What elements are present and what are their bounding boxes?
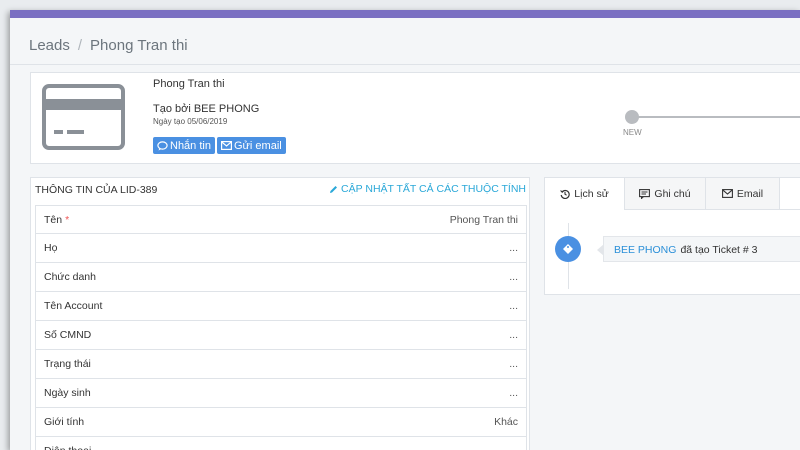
credit-card-icon bbox=[42, 84, 125, 150]
app-root: Leads / Phong Tran thi Phong Tran thi Tạo … bbox=[0, 0, 800, 450]
update-all-attributes-label: CẬP NHẬT TẤT CẢ CÁC THUỘC TÍNH bbox=[341, 183, 526, 195]
breadcrumb-leads-link[interactable]: Leads bbox=[29, 37, 70, 54]
activity-panel: Lịch sử Ghi chú Email BEE PHONG đã tạo Ti… bbox=[544, 177, 800, 295]
attribute-list: Tên * Phong Tran thi Họ... Chức danh... Tên A… bbox=[35, 205, 527, 450]
attribute-label: Số CMND bbox=[44, 329, 91, 341]
message-button[interactable]: Nhắn tin bbox=[153, 137, 215, 154]
lead-profile-card: Phong Tran thi Tạo bởi BEE PHONG Ngày tạ… bbox=[30, 72, 800, 164]
message-button-label: Nhắn tin bbox=[170, 139, 211, 152]
attribute-label-text: Tên bbox=[44, 214, 63, 226]
activity-tabs: Lịch sử Ghi chú Email bbox=[545, 178, 800, 210]
attribute-value[interactable]: ... bbox=[509, 271, 518, 283]
timeline-entry-badge bbox=[555, 236, 581, 262]
breadcrumb-separator: / bbox=[77, 37, 83, 54]
attribute-label-text: Tên Account bbox=[44, 300, 103, 312]
ticket-icon bbox=[563, 244, 573, 254]
attribute-label: Chức danh bbox=[44, 271, 96, 283]
breadcrumb: Leads / Phong Tran thi bbox=[29, 37, 188, 54]
history-icon bbox=[560, 189, 570, 199]
breadcrumb-current: Phong Tran thi bbox=[90, 37, 188, 54]
tab-history[interactable]: Lịch sử bbox=[545, 178, 625, 210]
attribute-label-text: Giới tính bbox=[44, 416, 85, 428]
attribute-label-text: Điện thoại bbox=[44, 445, 91, 450]
timeline-entry-action: đã tạo Ticket # 3 bbox=[680, 244, 758, 256]
envelope-icon bbox=[721, 189, 733, 198]
attribute-value[interactable]: Khác bbox=[494, 416, 518, 428]
attribute-row[interactable]: Số CMND... bbox=[35, 321, 527, 350]
attribute-row[interactable]: Họ... bbox=[35, 234, 527, 263]
chat-icon bbox=[157, 140, 168, 150]
attribute-label: Trạng thái bbox=[44, 358, 91, 370]
attribute-value[interactable]: ... bbox=[509, 242, 518, 254]
attribute-label: Họ bbox=[44, 242, 57, 254]
pipeline-track bbox=[637, 116, 800, 118]
envelope-icon bbox=[221, 141, 232, 150]
update-all-attributes-link[interactable]: CẬP NHẬT TẤT CẢ CÁC THUỘC TÍNH bbox=[329, 183, 526, 195]
top-accent-bar bbox=[10, 10, 800, 18]
attribute-row[interactable]: Trạng thái... bbox=[35, 350, 527, 379]
stage-new-label: NEW bbox=[623, 128, 642, 137]
attribute-row[interactable]: Ngày sinh... bbox=[35, 379, 527, 408]
attribute-value[interactable]: ... bbox=[509, 358, 518, 370]
attribute-label: Ngày sinh bbox=[44, 387, 91, 399]
stage-new-marker[interactable] bbox=[625, 110, 639, 124]
note-icon bbox=[639, 188, 651, 199]
info-panel-title: THÔNG TIN CỦA LID-389 bbox=[35, 184, 158, 196]
attribute-label-text: Số CMND bbox=[44, 329, 92, 341]
attribute-row[interactable]: Tên * Phong Tran thi bbox=[35, 205, 527, 234]
attribute-row[interactable]: Điện thoại bbox=[35, 437, 527, 450]
created-by: Tạo bởi BEE PHONG bbox=[153, 103, 260, 115]
timeline-entry: BEE PHONG đã tạo Ticket # 3 bbox=[597, 236, 800, 262]
attribute-label-text: Chức danh bbox=[44, 271, 96, 283]
attribute-row[interactable]: Giới tính Khác bbox=[35, 408, 527, 437]
pencil-icon bbox=[330, 185, 338, 193]
attribute-label: Giới tính bbox=[44, 416, 84, 428]
lead-name: Phong Tran thi bbox=[153, 78, 225, 90]
tab-email[interactable]: Email bbox=[706, 178, 780, 209]
lead-info-panel: THÔNG TIN CỦA LID-389 CẬP NHẬT TẤT CẢ CÁ… bbox=[30, 177, 530, 450]
timeline-entry-text: BEE PHONG đã tạo Ticket # 3 bbox=[614, 244, 758, 256]
created-date: Ngày tạo 05/06/2019 bbox=[153, 117, 228, 126]
attribute-value[interactable]: ... bbox=[509, 387, 518, 399]
attribute-label-text: Trạng thái bbox=[44, 358, 91, 370]
attribute-label: Điện thoại bbox=[44, 445, 91, 450]
tab-notes-label: Ghi chú bbox=[654, 187, 691, 200]
tab-history-label: Lịch sử bbox=[574, 188, 609, 200]
attribute-value[interactable]: ... bbox=[509, 329, 518, 341]
attribute-label: Tên Account bbox=[44, 300, 102, 312]
attribute-label-text: Ngày sinh bbox=[44, 387, 91, 399]
attribute-label-text: Họ bbox=[44, 242, 58, 254]
attribute-row[interactable]: Tên Account... bbox=[35, 292, 527, 321]
attribute-value[interactable]: ... bbox=[509, 300, 518, 312]
page-header: Leads / Phong Tran thi bbox=[10, 18, 800, 65]
attribute-label: Tên * bbox=[44, 214, 69, 226]
send-email-button[interactable]: Gửi email bbox=[217, 137, 286, 154]
timeline-entry-actor[interactable]: BEE PHONG bbox=[614, 244, 676, 256]
attribute-value[interactable]: Phong Tran thi bbox=[450, 214, 518, 226]
tab-email-label: Email bbox=[736, 187, 764, 200]
lead-detail-window: Leads / Phong Tran thi Phong Tran thi Tạo … bbox=[10, 10, 800, 450]
send-email-button-label: Gửi email bbox=[234, 139, 282, 152]
required-asterisk: * bbox=[65, 214, 70, 226]
attribute-row[interactable]: Chức danh... bbox=[35, 263, 527, 292]
tab-notes[interactable]: Ghi chú bbox=[625, 178, 706, 209]
